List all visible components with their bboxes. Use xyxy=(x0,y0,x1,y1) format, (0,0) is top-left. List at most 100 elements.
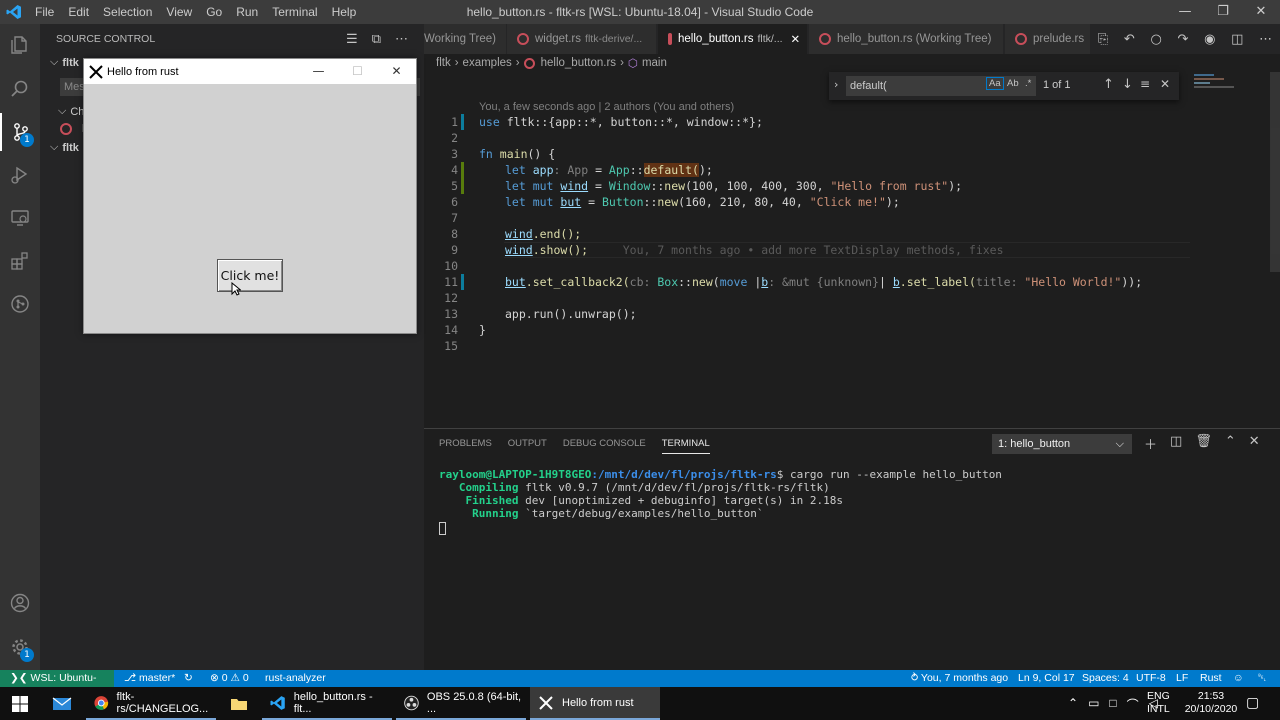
tab-terminal[interactable]: TERMINAL xyxy=(661,438,710,454)
tab-hello-button[interactable]: hello_button.rs fltk/... ✕ xyxy=(658,24,808,54)
x11-logo-icon xyxy=(89,64,103,79)
changes-group[interactable]: ⌵ Ch xyxy=(58,105,84,118)
menu-view[interactable]: View xyxy=(159,0,199,24)
battery-icon[interactable]: ▭ xyxy=(1088,696,1099,713)
maximize-button[interactable]: ❐ xyxy=(1204,0,1242,24)
tab-output[interactable]: OUTPUT xyxy=(508,438,547,454)
start-button[interactable] xyxy=(0,687,40,720)
code-editor[interactable]: You, a few seconds ago | 2 authors (You … xyxy=(424,72,1280,428)
tab-hello-button-working-tree[interactable]: hello_button.rs (Working Tree) xyxy=(809,24,1004,54)
find-in-selection-icon[interactable]: ≡ xyxy=(1140,77,1150,91)
end-of-line[interactable]: LF xyxy=(1176,670,1188,687)
menu-help[interactable]: Help xyxy=(325,0,364,24)
mail-app[interactable] xyxy=(42,687,82,720)
run-debug-icon[interactable] xyxy=(0,156,40,194)
regex-toggle[interactable]: .* xyxy=(1025,78,1031,89)
match-whole-word-toggle[interactable]: Ab xyxy=(1007,78,1019,89)
breadcrumb-item[interactable]: hello_button.rs xyxy=(541,57,616,69)
split-terminal-icon[interactable]: ◫ xyxy=(1170,434,1182,453)
accounts-icon[interactable] xyxy=(0,584,40,622)
minimap[interactable] xyxy=(1190,72,1270,428)
menu-file[interactable]: File xyxy=(28,0,61,24)
repo-row-2[interactable]: ⌵ fltk xyxy=(50,141,79,154)
menu-go[interactable]: Go xyxy=(199,0,229,24)
menu-run[interactable]: Run xyxy=(229,0,265,24)
menu-edit[interactable]: Edit xyxy=(61,0,96,24)
encoding[interactable]: UTF-8 xyxy=(1136,670,1166,687)
tab-working-tree[interactable]: Working Tree) xyxy=(424,24,507,54)
source-control-icon[interactable]: 1 xyxy=(0,113,40,151)
blame-status[interactable]: ⥁ You, 7 months ago xyxy=(911,670,1008,687)
file-explorer-app[interactable] xyxy=(222,687,258,720)
taskbar-hello-from-rust[interactable]: Hello from rust xyxy=(530,687,660,720)
close-window-button[interactable]: ✕ xyxy=(1242,0,1280,24)
indentation[interactable]: Spaces: 4 xyxy=(1082,670,1129,687)
search-icon[interactable] xyxy=(0,70,40,108)
taskbar-obs[interactable]: OBS 25.0.8 (64-bit, ... xyxy=(396,687,526,720)
breadcrumb-item[interactable]: examples xyxy=(463,57,512,69)
click-me-button[interactable]: Click me! xyxy=(217,259,283,292)
explorer-icon[interactable] xyxy=(0,26,40,64)
editor-scrollbar[interactable] xyxy=(1270,72,1280,272)
show-hidden-icons-chevron-icon[interactable]: ⌃ xyxy=(1068,696,1078,713)
repo-row[interactable]: ⌵ fltk xyxy=(50,56,79,69)
previous-change-icon[interactable]: ○ xyxy=(1150,32,1161,47)
remote-explorer-icon[interactable] xyxy=(0,199,40,237)
line-number: 11 xyxy=(444,275,458,289)
close-find-icon[interactable]: ✕ xyxy=(1160,77,1170,91)
app-maximize-button[interactable]: ☐ xyxy=(338,59,377,84)
match-case-toggle[interactable]: Aa xyxy=(986,77,1004,90)
view-as-tree-icon[interactable]: ☰ xyxy=(346,31,358,47)
language-mode[interactable]: Rust xyxy=(1200,670,1222,687)
open-changes-icon[interactable]: ⎘ xyxy=(1098,32,1108,47)
go-back-icon[interactable]: ↶ xyxy=(1124,32,1135,47)
rust-analyzer-status[interactable]: rust-analyzer xyxy=(265,670,326,687)
settings-gear-icon[interactable]: 1 xyxy=(0,628,40,666)
new-terminal-icon[interactable]: ＋ xyxy=(1144,434,1157,453)
minimize-button[interactable]: — xyxy=(1166,0,1204,24)
next-match-icon[interactable]: ↓ xyxy=(1122,77,1133,92)
previous-match-icon[interactable]: ↑ xyxy=(1103,77,1114,92)
split-editor-icon[interactable]: ◫ xyxy=(1231,32,1243,47)
menu-selection[interactable]: Selection xyxy=(96,0,159,24)
maximize-panel-icon[interactable]: ⌃ xyxy=(1225,434,1236,453)
taskbar-vscode[interactable]: hello_button.rs - flt... xyxy=(262,687,392,720)
mail-icon xyxy=(52,697,72,710)
remote-indicator[interactable]: ❯❮ WSL: Ubuntu-18.04 xyxy=(0,670,114,701)
breadcrumb-item[interactable]: main xyxy=(642,57,667,69)
toggle-replace-chevron-icon[interactable]: › xyxy=(834,78,838,91)
wifi-icon[interactable]: ⌒ xyxy=(1127,696,1139,713)
next-change-icon[interactable]: ↷ xyxy=(1178,32,1189,47)
action-center-icon[interactable]: ▢ xyxy=(1246,694,1259,711)
clock[interactable]: 21:53 20/10/2020 xyxy=(1182,690,1240,716)
kill-terminal-icon[interactable]: 🗑︎ xyxy=(1195,434,1212,453)
tab-widget-rs[interactable]: widget.rs fltk-derive/... xyxy=(507,24,657,54)
cursor-position[interactable]: Ln 9, Col 17 xyxy=(1018,670,1075,687)
feedback-icon[interactable]: ☺ xyxy=(1233,670,1244,687)
extensions-icon[interactable] xyxy=(0,242,40,280)
git-lens-icon[interactable]: ◉ xyxy=(1204,32,1215,47)
commit-icon[interactable]: ⧉ xyxy=(372,31,381,47)
settings-badge: 1 xyxy=(20,648,34,662)
codelens-blame[interactable]: You, a few seconds ago | 2 authors (You … xyxy=(479,101,734,113)
git-branch[interactable]: ⎇ master* xyxy=(124,670,175,687)
folder-icon xyxy=(231,698,247,710)
taskbar-chrome[interactable]: fltk-rs/CHANGELOG... xyxy=(86,687,216,720)
close-panel-icon[interactable]: ✕ xyxy=(1249,434,1260,453)
more-actions-icon[interactable]: ⋯ xyxy=(1259,32,1272,47)
menu-terminal[interactable]: Terminal xyxy=(265,0,324,24)
app-close-button[interactable]: ✕ xyxy=(377,59,416,84)
terminal-select[interactable]: 1: hello_button ⌵ xyxy=(992,434,1132,454)
network-icon[interactable]: □ xyxy=(1109,696,1116,713)
sync-icon[interactable]: ↻ xyxy=(184,670,193,687)
git-graph-icon[interactable] xyxy=(0,285,40,323)
breadcrumb-item[interactable]: fltk xyxy=(436,57,451,69)
more-actions-icon[interactable]: ⋯ xyxy=(395,31,408,47)
close-tab-icon[interactable]: ✕ xyxy=(791,32,801,46)
tab-debug-console[interactable]: DEBUG CONSOLE xyxy=(563,438,646,454)
tab-problems[interactable]: PROBLEMS xyxy=(439,438,492,454)
problems-indicator[interactable]: ⊗ 0 ⚠︎ 0 xyxy=(210,670,249,687)
app-minimize-button[interactable]: — xyxy=(299,59,338,84)
notifications-bell-icon[interactable]: ␇ xyxy=(1258,670,1266,687)
input-language[interactable]: ENG INTL xyxy=(1147,690,1170,716)
